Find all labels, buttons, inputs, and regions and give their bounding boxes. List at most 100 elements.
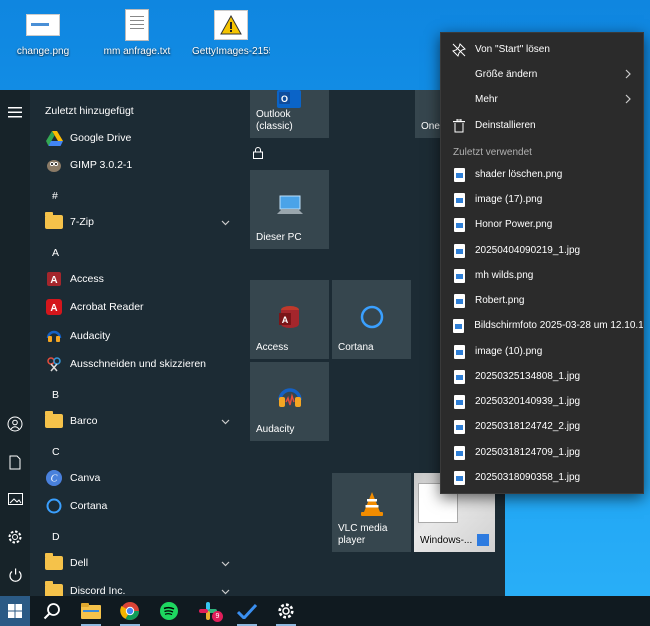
letter-header[interactable]: A — [52, 247, 59, 259]
app-gimp[interactable]: GIMP 3.0.2-1 — [30, 152, 242, 178]
image-file-icon — [453, 192, 465, 207]
power-icon[interactable] — [5, 565, 25, 585]
recent-file-item[interactable]: 20250318124742_2.jpg — [441, 414, 643, 439]
recent-file-item[interactable]: Bildschirmfoto 2025-03-28 um 12.10.1... — [441, 313, 643, 338]
app-folder-barco[interactable]: Barco — [30, 408, 242, 434]
recent-file-label: 20250318090358_1.jpg — [475, 472, 581, 483]
recent-file-item[interactable]: 20250320140939_1.jpg — [441, 389, 643, 414]
tile-label: Windows-... — [420, 535, 473, 546]
letter-header[interactable]: C — [52, 446, 60, 458]
text-file-icon — [125, 9, 149, 41]
tile-audacity[interactable]: Audacity — [250, 362, 329, 441]
recent-file-item[interactable]: mh wilds.png — [441, 263, 643, 288]
recent-file-item[interactable]: Robert.png — [441, 288, 643, 313]
recent-file-item[interactable]: image (10).png — [441, 339, 643, 364]
taskbar: 9 — [0, 596, 650, 626]
access-icon: A — [44, 269, 64, 289]
app-label: 7-Zip — [70, 216, 94, 228]
tile-outlook[interactable]: O Outlook (classic) — [250, 90, 329, 138]
search-button[interactable] — [33, 596, 71, 626]
user-account-icon[interactable] — [5, 414, 25, 434]
svg-text:C: C — [51, 474, 58, 485]
image-file-icon — [453, 318, 465, 333]
menu-item-uninstall[interactable]: Deinstallieren — [441, 113, 643, 138]
menu-item-unpin[interactable]: Von "Start" lösen — [441, 37, 643, 62]
letter-header[interactable]: D — [52, 531, 60, 543]
image-file-icon — [453, 268, 465, 283]
app-label: Barco — [70, 415, 98, 427]
recent-file-item[interactable]: 20250318090358_1.jpg — [441, 465, 643, 490]
menu-item-resize[interactable]: Größe ändern — [441, 62, 643, 87]
app-canva[interactable]: C Canva — [30, 465, 242, 491]
recent-file-item[interactable]: image (17).png — [441, 187, 643, 212]
app-folder-7zip[interactable]: 7-Zip — [30, 209, 242, 235]
taskbar-spotify[interactable] — [150, 596, 188, 626]
tile-label: Audacity — [256, 424, 295, 435]
app-access[interactable]: A Access — [30, 266, 242, 292]
image-file-icon — [453, 394, 465, 409]
taskbar-settings[interactable] — [267, 596, 305, 626]
taskbar-slack[interactable]: 9 — [189, 596, 227, 626]
desktop-icon-change-png[interactable]: change.png — [4, 8, 82, 57]
app-folder-discord[interactable]: Discord Inc. — [30, 578, 242, 596]
trash-icon — [451, 118, 467, 134]
png-file-icon — [26, 14, 60, 36]
folder-icon — [44, 553, 64, 573]
tile-this-pc[interactable]: Dieser PC — [250, 170, 329, 249]
desktop-icon-gettyimages[interactable]: GettyImages-21555... — [192, 8, 270, 57]
pictures-icon[interactable] — [5, 489, 25, 509]
taskbar-chrome[interactable] — [111, 596, 149, 626]
start-button[interactable] — [0, 596, 30, 626]
app-label: Audacity — [70, 330, 111, 342]
notification-badge: 9 — [212, 611, 223, 622]
desktop-icon-anfrage-txt[interactable]: mm anfrage.txt — [98, 8, 176, 57]
menu-item-more[interactable]: Mehr — [441, 87, 643, 112]
acrobat-icon: A — [44, 297, 64, 317]
app-acrobat[interactable]: A Acrobat Reader — [30, 294, 242, 320]
recent-file-label: 20250320140939_1.jpg — [475, 396, 581, 407]
folder-icon — [44, 581, 64, 596]
settings-gear-icon[interactable] — [5, 527, 25, 547]
menu-item-label: Größe ändern — [475, 69, 538, 80]
app-audacity[interactable]: Audacity — [30, 323, 242, 349]
image-file-icon — [453, 217, 465, 232]
recent-file-item[interactable]: shader löschen.png — [441, 162, 643, 187]
recent-file-item[interactable]: 20250325134808_1.jpg — [441, 364, 643, 389]
file-explorer-icon — [81, 603, 101, 619]
recent-file-item[interactable]: 20250404090219_1.jpg — [441, 238, 643, 263]
recent-file-item[interactable]: Honor Power.png — [441, 212, 643, 237]
start-menu: Zuletzt hinzugefügt Google Drive GIMP 3.… — [0, 90, 505, 596]
access-icon: A — [250, 304, 329, 330]
menu-item-label: Mehr — [475, 94, 498, 105]
hamburger-menu-icon[interactable] — [5, 102, 25, 122]
tile-access[interactable]: A Access — [250, 280, 329, 359]
image-file-icon — [453, 419, 465, 434]
computer-icon — [250, 194, 329, 216]
taskbar-todo[interactable] — [228, 596, 266, 626]
chevron-down-icon — [221, 558, 230, 570]
image-file-icon — [453, 470, 465, 485]
snip-sketch-icon — [44, 354, 64, 374]
app-folder-dell[interactable]: Dell — [30, 550, 242, 576]
letter-header[interactable]: B — [52, 389, 59, 401]
menu-item-label: Von "Start" lösen — [475, 44, 550, 55]
image-file-icon — [453, 167, 465, 182]
tile-label: VLC media player — [338, 523, 388, 546]
gimp-icon — [44, 155, 64, 175]
documents-icon[interactable] — [5, 452, 25, 472]
audacity-icon — [250, 384, 329, 410]
taskbar-file-explorer[interactable] — [72, 596, 110, 626]
app-snipping[interactable]: Ausschneiden und skizzieren — [30, 351, 242, 377]
search-icon — [43, 603, 60, 620]
chrome-icon — [120, 602, 139, 621]
app-google-drive[interactable]: Google Drive — [30, 125, 242, 151]
chevron-right-icon — [625, 94, 631, 107]
recent-file-label: image (17).png — [475, 194, 543, 205]
canva-icon: C — [44, 468, 64, 488]
tile-vlc[interactable]: VLC media player — [332, 473, 411, 552]
recent-file-item[interactable]: 20250318124709_1.jpg — [441, 440, 643, 465]
letter-header[interactable]: # — [52, 190, 58, 202]
recent-file-label: 20250325134808_1.jpg — [475, 371, 581, 382]
tile-cortana[interactable]: Cortana — [332, 280, 411, 359]
app-cortana[interactable]: Cortana — [30, 493, 242, 519]
